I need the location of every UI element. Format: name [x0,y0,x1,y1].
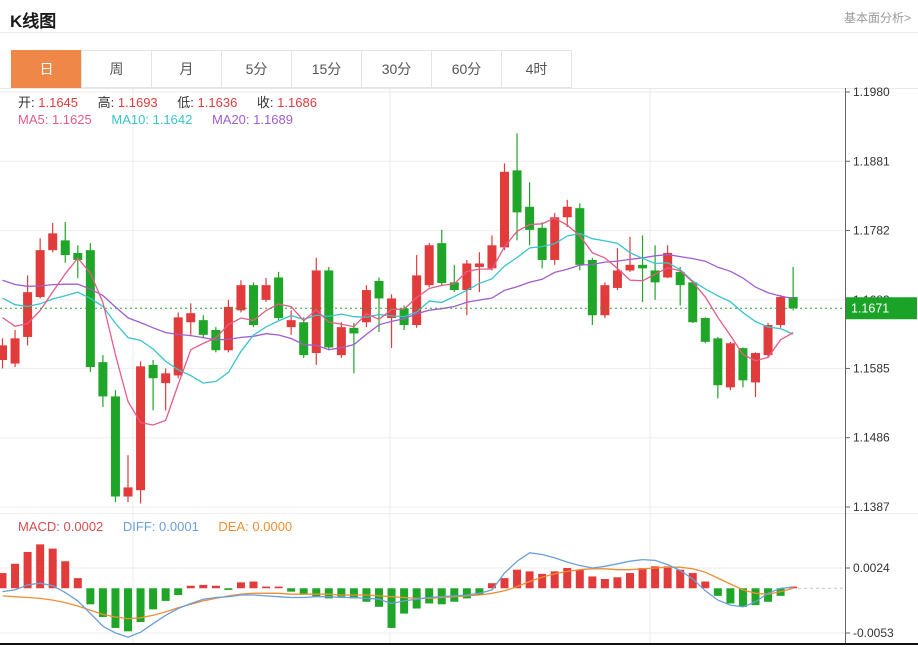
diff-value: DIFF: 0.0001 [123,519,199,534]
fundamental-analysis-link[interactable]: 基本面分析> [844,9,911,26]
candle [513,133,522,240]
candle [199,315,208,338]
tab-30min[interactable]: 30分 [361,50,432,88]
candle [11,330,20,367]
candle [86,243,95,372]
candle [349,323,358,373]
candle [274,272,283,320]
macd-legend: MACD: 0.0002 DIFF: 0.0001 DEA: 0.0000 [18,519,308,534]
candle [337,322,346,358]
timeframe-tabbar: 日 周 月 5分 15分 30分 60分 4时 [11,50,572,88]
candle [550,213,559,265]
tab-day[interactable]: 日 [11,50,82,88]
open-value: 开: 1.1645 [18,95,78,110]
candle [362,285,371,327]
axis-tick-label: 0.0024 [853,561,890,575]
axis-tick-label: 1.1980 [853,85,890,99]
candle [136,361,145,503]
candle [36,238,45,298]
candle [588,258,597,325]
ma10-legend: MA10: 1.1642 [111,112,192,127]
diff-line [3,553,794,637]
candle [525,182,534,245]
tab-5min[interactable]: 5分 [221,50,292,88]
candle [487,235,496,270]
candle [475,252,484,292]
macd-value: MACD: 0.0002 [18,519,103,534]
high-value: 高: 1.1693 [98,95,158,110]
candle [299,317,308,358]
candle [789,267,798,310]
candle [600,282,609,318]
macd-axis: 0.0024 -0.0053 [845,561,894,640]
tab-week[interactable]: 周 [81,50,152,88]
candle [425,243,434,287]
candle [575,203,584,270]
candle [98,355,107,407]
candle [500,163,509,250]
candle [262,278,271,302]
candles-layer [0,133,798,503]
candle [701,317,710,343]
ohlc-legend: 开: 1.1645 高: 1.1693 低: 1.1636 收: 1.1686 [18,92,333,111]
page-header: K线图 基本面分析> [0,0,918,33]
candle [726,342,735,390]
candle [111,390,120,502]
candle [224,300,233,352]
close-value: 收: 1.1686 [257,95,317,110]
axis-tick-label: 1.1486 [853,431,890,445]
candle [450,265,459,292]
ma5-line [3,218,794,425]
candle [437,230,446,285]
ma5-legend: MA5: 1.1625 [18,112,92,127]
candle [149,360,158,410]
dea-value: DEA: 0.0000 [218,519,292,534]
ma20-legend: MA20: 1.1689 [212,112,293,127]
axis-tick-label: 1.1387 [853,500,890,514]
price-badge-label: 1.1671 [851,302,889,316]
tab-15min[interactable]: 15分 [291,50,362,88]
candle [161,368,170,410]
tab-60min[interactable]: 60分 [431,50,502,88]
candle [776,295,785,328]
candle [312,258,321,365]
candle [412,255,421,328]
candle [462,260,471,315]
tab-month[interactable]: 月 [151,50,222,88]
candle [61,222,70,263]
kline-page: 1.19801.18811.17821.16831.15851.14861.13… [0,0,918,647]
axis-tick-label: -0.0053 [853,626,894,640]
candle [713,337,722,399]
tab-4hour[interactable]: 4时 [501,50,572,88]
grid-lines [0,88,918,643]
ma-legend: MA5: 1.1625 MA10: 1.1642 MA20: 1.1689 [18,112,309,127]
axis-tick-label: 1.1881 [853,154,890,168]
candle [0,338,7,368]
low-value: 低: 1.1636 [177,95,237,110]
price-badge: 1.1671 [846,297,917,319]
candle [48,223,57,252]
page-title: K线图 [10,7,56,32]
axis-tick-label: 1.1782 [853,224,890,238]
candle [638,235,647,301]
candle [124,455,133,502]
price-axis: 1.19801.18811.17821.16831.15851.14861.13… [0,85,918,644]
candle [287,310,296,334]
candle [236,280,245,312]
candle [663,245,672,278]
dea-line [3,567,794,618]
axis-tick-label: 1.1585 [853,361,890,375]
